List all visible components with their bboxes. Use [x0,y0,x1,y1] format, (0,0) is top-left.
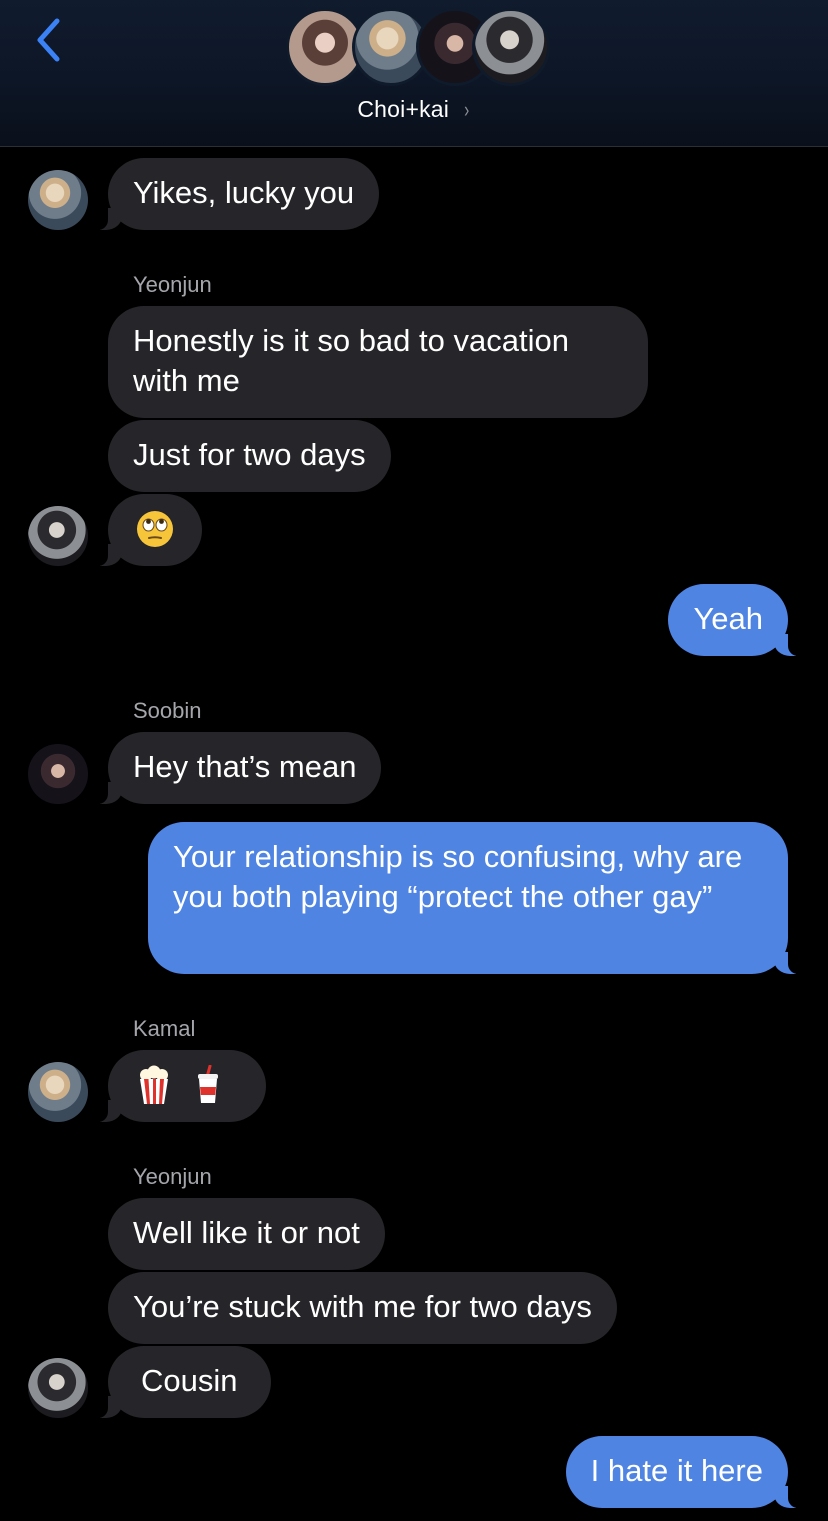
chevron-right-icon: › [464,97,470,122]
message-text: Well like it or not [133,1215,360,1250]
message-text: Just for two days [133,437,366,472]
message-text: Cousin [141,1363,238,1398]
group-avatars[interactable] [286,8,550,88]
outgoing-message-bubble[interactable]: Your relationship is so confusing, why a… [148,822,802,974]
incoming-message-bubble[interactable]: Yikes, lucky you [93,158,380,230]
message-text: You’re stuck with me for two days [133,1289,592,1324]
message-text: Honestly is it so bad to vacation with m… [133,323,569,398]
group-name-label: Choi+kai [357,96,450,122]
avatar[interactable] [28,1358,88,1418]
incoming-message-bubble[interactable]: Honestly is it so bad to vacation with m… [108,306,648,418]
group-title[interactable]: Choi+kai › [0,96,828,123]
avatar[interactable] [28,506,88,566]
sender-name: Yeonjun [133,1164,212,1189]
sender-name: Kamal [133,1016,196,1041]
avatar[interactable] [28,170,88,230]
back-button[interactable] [24,12,72,68]
incoming-message-bubble[interactable]: You’re stuck with me for two days [108,1272,617,1344]
incoming-message-bubble[interactable] [94,494,202,566]
sender-name: Soobin [133,698,202,723]
incoming-message-bubble[interactable] [94,1050,266,1122]
conversation-header: Choi+kai › [0,0,828,147]
incoming-message-bubble[interactable]: Hey that’s mean [93,732,382,804]
sender-name: Yeonjun [133,272,212,297]
incoming-message-bubble[interactable]: Cousin [94,1346,271,1418]
cup-with-straw-emoji-icon [198,1065,218,1103]
avatar[interactable] [28,744,88,804]
incoming-message-bubble[interactable]: Well like it or not [108,1198,385,1270]
group-member-avatar [472,8,550,86]
popcorn-emoji-icon [140,1065,168,1104]
chevron-left-icon [37,18,60,62]
message-text: Your relationship is so confusing, why a… [173,839,743,914]
avatar[interactable] [28,1062,88,1122]
message-text: Yikes, lucky you [133,175,355,210]
outgoing-message-bubble[interactable]: Yeah [668,584,802,656]
eye-roll-emoji-icon [137,511,173,547]
outgoing-message-bubble[interactable]: I hate it here [565,1436,803,1508]
incoming-message-bubble[interactable]: Just for two days [108,420,391,492]
message-text: Yeah [693,601,763,636]
message-text: I hate it here [590,1453,763,1488]
message-text: Hey that’s mean [133,749,357,784]
